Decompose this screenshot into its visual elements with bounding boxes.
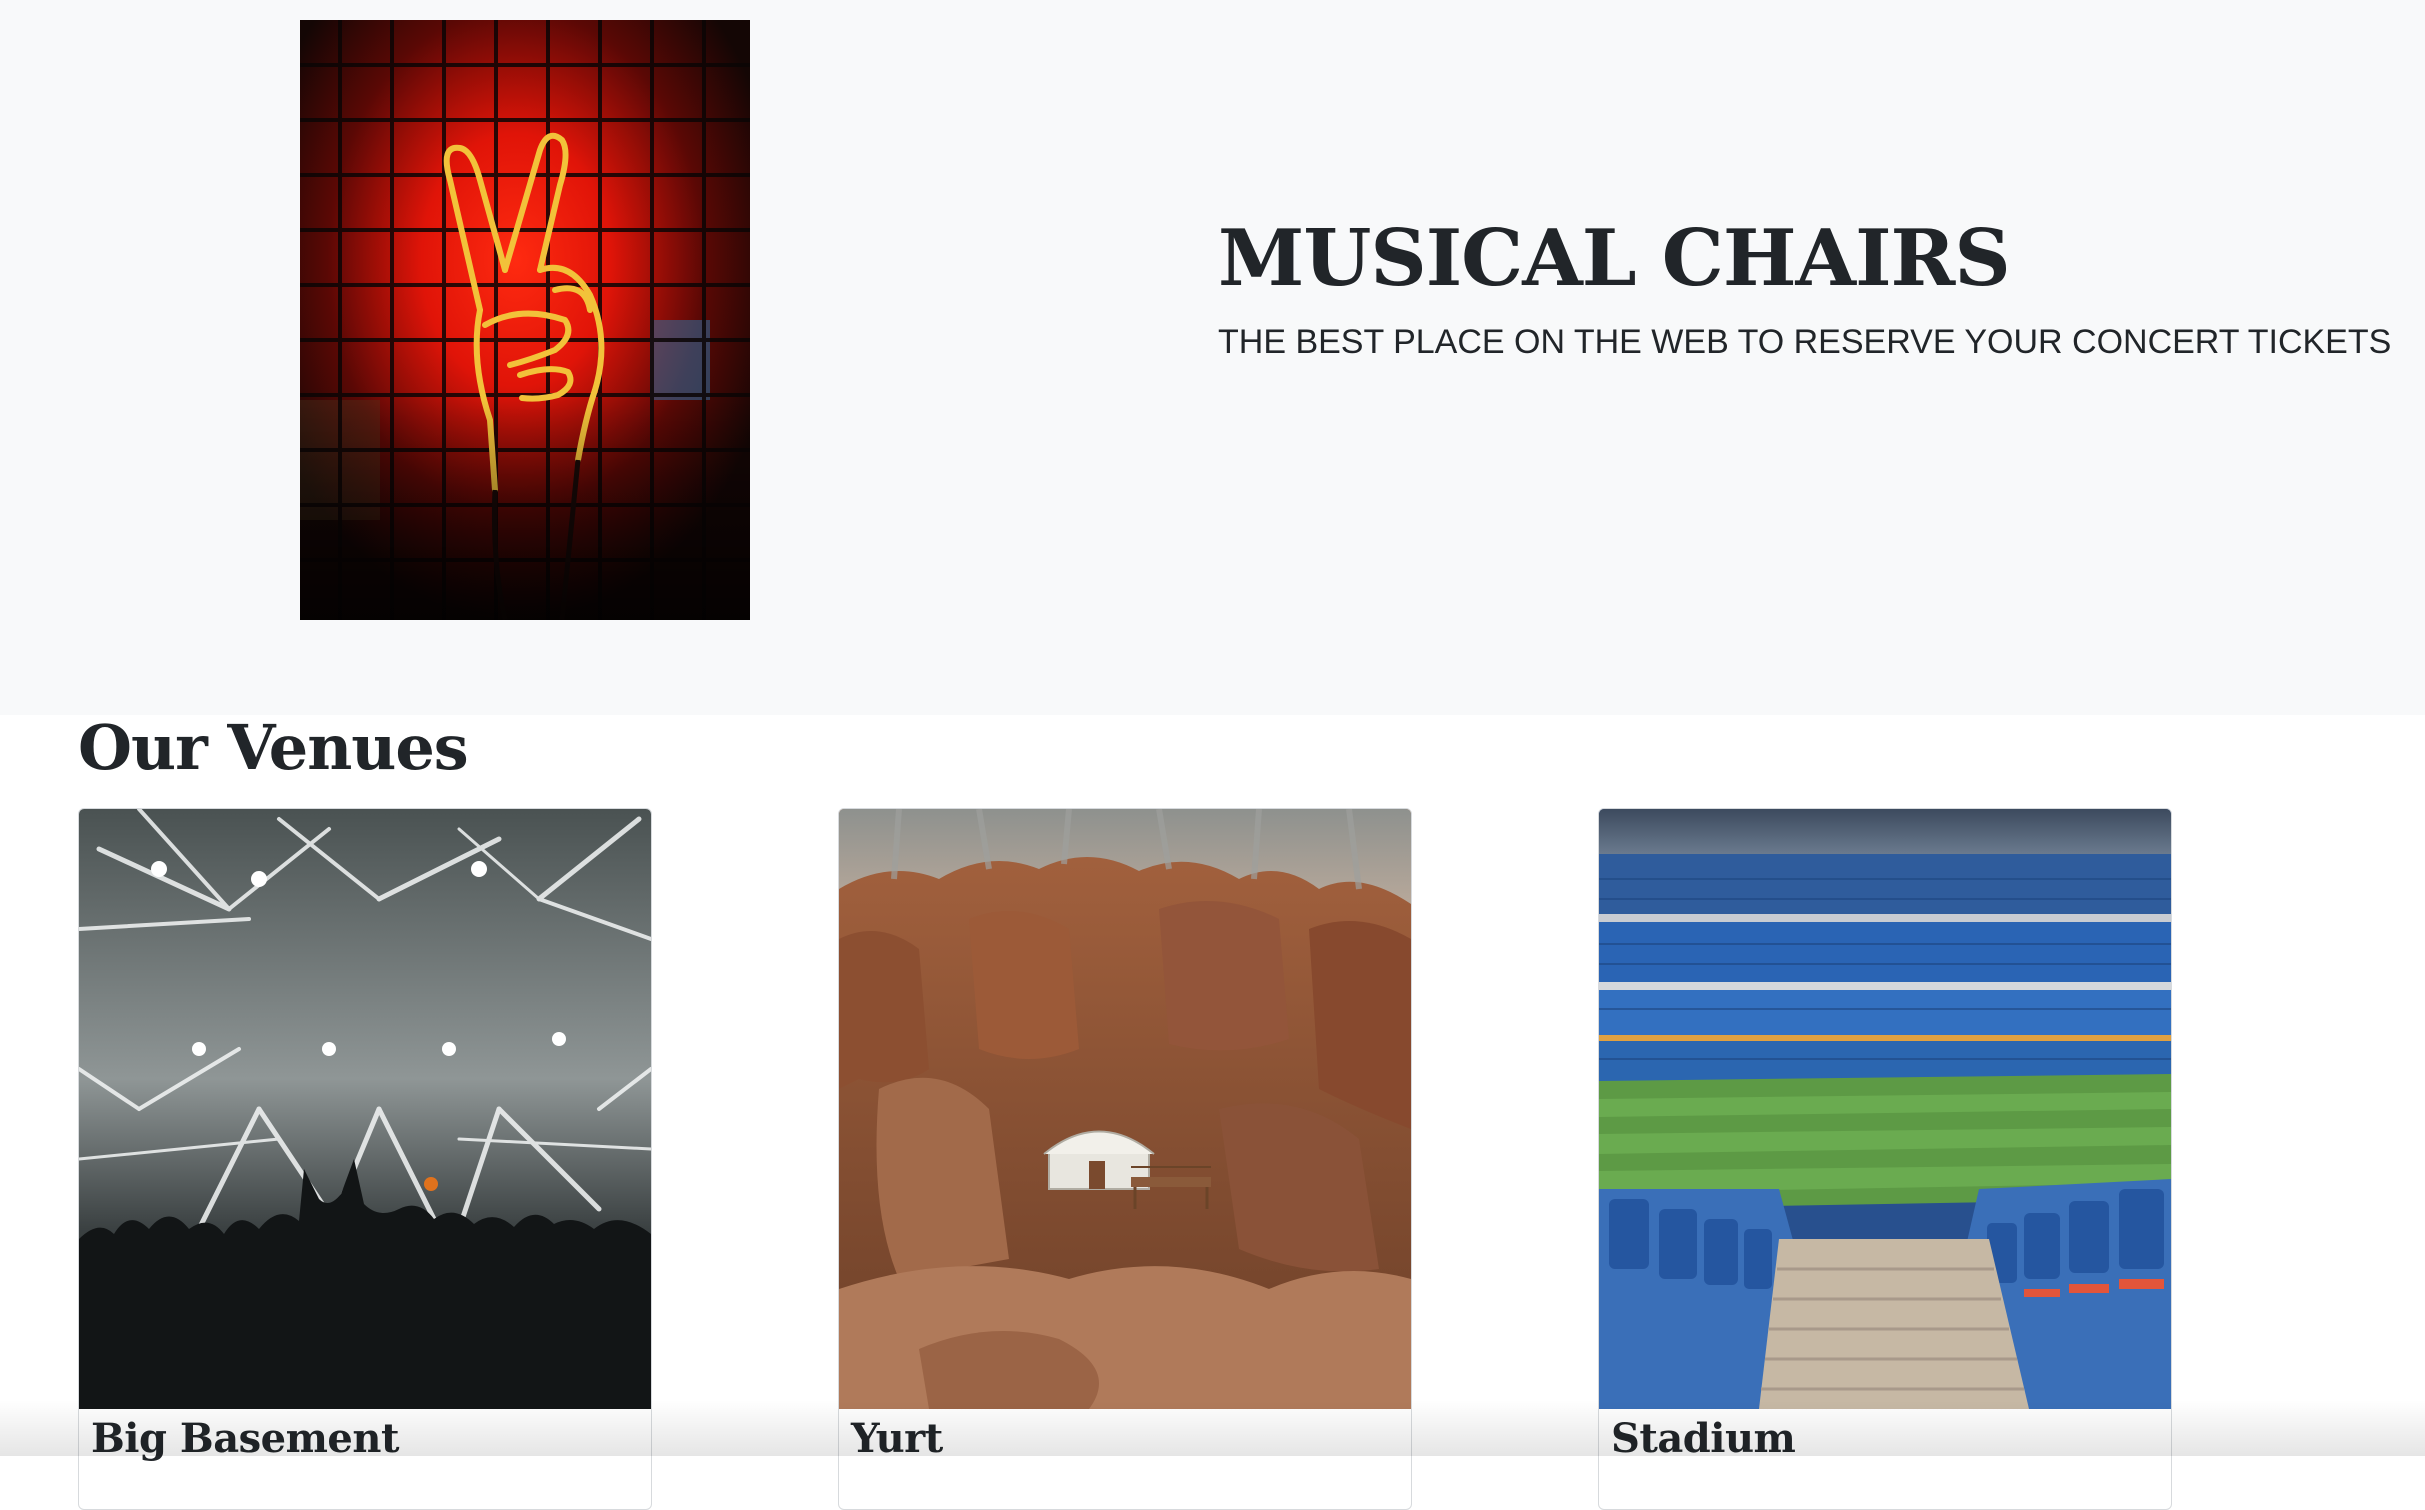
venue-photo-yurt[interactable] [839, 809, 1411, 1409]
venue-photo-stadium[interactable] [1599, 809, 2171, 1409]
hero-banner: MUSICAL CHAIRS THE BEST PLACE ON THE WEB… [0, 0, 2425, 715]
site-tagline: THE BEST PLACE ON THE WEB TO RESERVE YOU… [1218, 322, 2392, 361]
venue-card-stadium[interactable]: Stadium [1598, 808, 2172, 1510]
venue-card-yurt[interactable]: Yurt [838, 808, 1412, 1510]
venue-card-big-basement[interactable]: Big Basement [78, 808, 652, 1510]
venue-name[interactable]: Stadium [1599, 1409, 2171, 1469]
neon-peace-sign-image [300, 20, 750, 620]
venues-heading: Our Venues [78, 711, 469, 784]
venue-name[interactable]: Yurt [839, 1409, 1411, 1469]
site-title: MUSICAL CHAIRS [1218, 213, 2011, 304]
hero-text-block: MUSICAL CHAIRS THE BEST PLACE ON THE WEB… [1218, 214, 2398, 362]
venue-name[interactable]: Big Basement [79, 1409, 651, 1469]
venue-photo-concert[interactable] [79, 809, 651, 1409]
